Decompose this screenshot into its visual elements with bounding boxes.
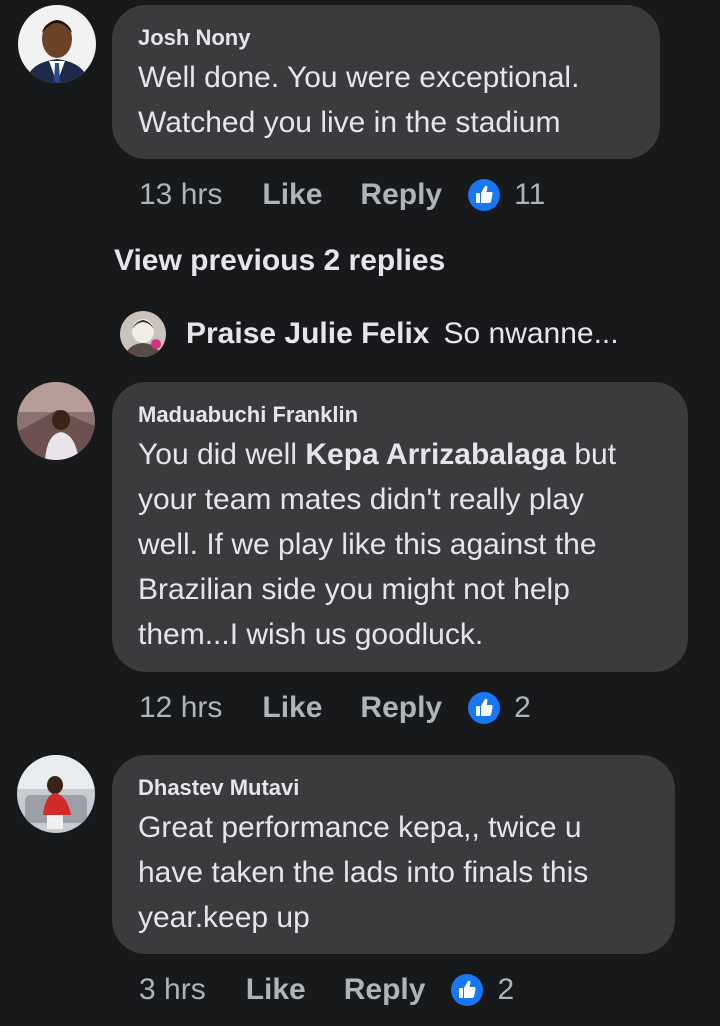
like-button[interactable]: Like — [262, 691, 322, 725]
comment-text-line: Brazilian side you might not help — [138, 573, 570, 606]
comment-actions: 3 hrs Like Reply 2 — [139, 970, 514, 1010]
comment-text-line: them...I wish us goodluck. — [138, 618, 484, 651]
comment-text-line: have taken the lads into finals this — [138, 856, 589, 889]
avatar-photo-praise — [120, 311, 166, 357]
reaction-count[interactable]: 2 — [497, 973, 514, 1007]
comment-text-line: Well done. You were exceptional. — [138, 61, 580, 94]
avatar[interactable] — [17, 382, 95, 460]
thumbs-up-icon[interactable] — [468, 692, 501, 724]
comment-author[interactable]: Josh Nony — [138, 25, 250, 51]
avatar[interactable] — [18, 5, 96, 83]
comment-text-line: well. If we play like this against the — [138, 528, 597, 561]
reply-preview[interactable]: Praise Julie Felix So nwanne... — [120, 309, 619, 359]
comment-text-line: Great performance kepa,, twice u — [138, 811, 582, 844]
comment-text-line: Watched you live in the stadium — [138, 106, 561, 139]
comment-timestamp[interactable]: 13 hrs — [139, 178, 222, 212]
comment-bubble: Dhastev Mutavi Great performance kepa,, … — [112, 755, 675, 954]
comment-actions: 12 hrs Like Reply 2 — [139, 688, 531, 728]
avatar-photo-dhastev — [17, 755, 95, 833]
thumbs-up-icon[interactable] — [468, 179, 501, 211]
comment-bubble: Josh Nony Well done. You were exceptiona… — [112, 5, 660, 159]
thumbs-up-icon[interactable] — [451, 974, 484, 1006]
comment-author[interactable]: Dhastev Mutavi — [138, 775, 299, 801]
reaction-count[interactable]: 2 — [514, 691, 531, 725]
comment-text: but — [566, 438, 617, 471]
comment-timestamp[interactable]: 12 hrs — [139, 691, 222, 725]
reply-button[interactable]: Reply — [344, 973, 426, 1007]
comment-text: You did well — [138, 438, 306, 471]
comment-bubble: Maduabuchi Franklin You did well Kepa Ar… — [112, 382, 688, 672]
mention-link[interactable]: Kepa Arrizabalaga — [305, 438, 566, 471]
comment-author[interactable]: Maduabuchi Franklin — [138, 402, 358, 428]
view-previous-replies-link[interactable]: View previous 2 replies — [114, 244, 445, 278]
comment-timestamp[interactable]: 3 hrs — [139, 973, 206, 1007]
reaction-count[interactable]: 11 — [514, 178, 545, 212]
like-button[interactable]: Like — [262, 178, 322, 212]
comment-text-line: You did well Kepa Arrizabalaga but — [138, 432, 616, 477]
comment-text-line: year.keep up — [138, 901, 310, 934]
reply-author[interactable]: Praise Julie Felix — [186, 317, 429, 351]
comment-text-line: your team mates didn't really play — [138, 483, 584, 516]
comment-actions: 13 hrs Like Reply 11 — [139, 175, 545, 215]
avatar[interactable] — [17, 755, 95, 833]
avatar[interactable] — [120, 311, 166, 357]
avatar-photo-maduabuchi — [17, 382, 95, 460]
like-button[interactable]: Like — [246, 973, 306, 1007]
reply-button[interactable]: Reply — [360, 178, 442, 212]
avatar-photo-josh — [18, 5, 96, 83]
reply-snippet[interactable]: So nwanne... — [443, 317, 618, 351]
reply-button[interactable]: Reply — [360, 691, 442, 725]
